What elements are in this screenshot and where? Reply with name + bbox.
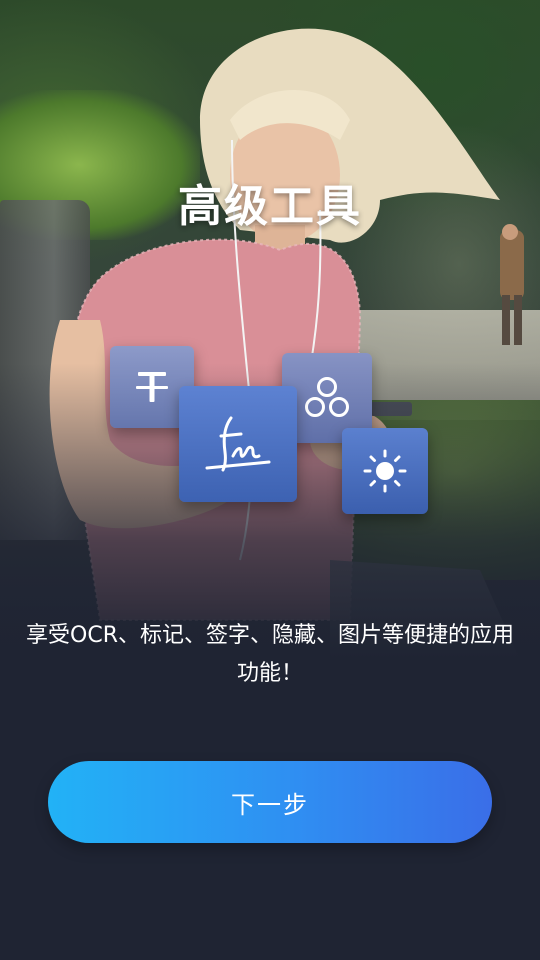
feature-tile-brightness: [342, 428, 428, 514]
hero-photo: [0, 0, 540, 660]
next-button[interactable]: 下一步: [48, 761, 492, 843]
page-title: 高级工具: [178, 181, 362, 232]
hero-gradient-overlay: [0, 0, 540, 660]
text-strikethrough-icon: [136, 372, 168, 402]
feature-tile-signature: [179, 386, 297, 502]
feature-description: 享受OCR、标记、签字、隐藏、图片等便捷的应用功能！: [26, 623, 514, 686]
brightness-icon: [363, 449, 407, 493]
signature-icon: [205, 416, 271, 472]
circles-icon: [305, 377, 349, 417]
